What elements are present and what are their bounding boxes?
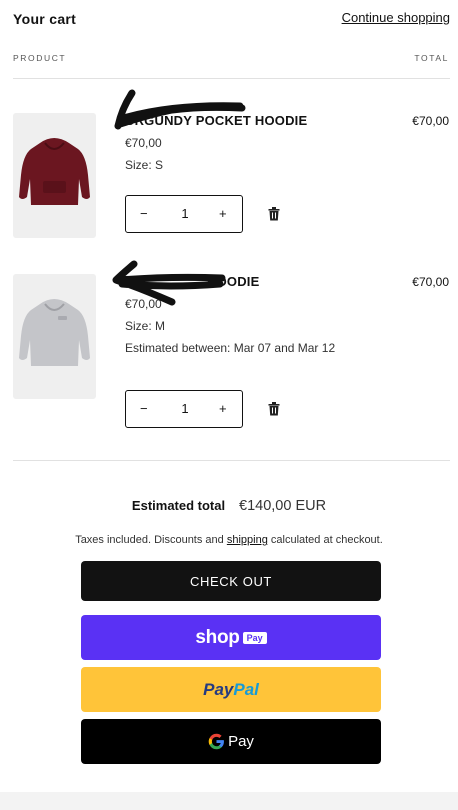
trash-icon[interactable] [268, 207, 280, 221]
item-line-total: €70,00 [412, 114, 449, 128]
increase-quantity-button[interactable]: + [219, 401, 227, 416]
product-image[interactable] [13, 113, 96, 238]
quantity-value[interactable]: 1 [180, 206, 190, 221]
item-line-total: €70,00 [412, 275, 449, 289]
redaction-scribble [114, 89, 246, 130]
trash-icon[interactable] [268, 402, 280, 416]
estimated-total-label: Estimated total [131, 498, 226, 513]
estimated-total-row: Estimated total €140,00 EUR [0, 497, 458, 514]
cart-header: Your cart Continue shopping [0, 0, 458, 40]
paypal-logo-part: Pal [233, 679, 259, 699]
items-divider [13, 460, 450, 461]
google-pay-label: Pay [228, 733, 254, 750]
quantity-stepper: − 1 + [125, 195, 243, 233]
google-g-icon [208, 733, 224, 750]
shop-pay-button[interactable]: shop Pay [81, 615, 381, 660]
column-header-total: TOTAL [414, 53, 449, 63]
footer-strip [0, 792, 458, 810]
estimated-total-value: €140,00 EUR [239, 498, 327, 514]
shop-pay-badge: Pay [242, 631, 267, 644]
shipping-link[interactable]: shipping [227, 534, 268, 546]
item-name[interactable]: URGUNDY POCKET HOODIE [125, 113, 307, 128]
decrease-quantity-button[interactable]: − [140, 206, 148, 221]
continue-shopping-link[interactable]: Continue shopping [342, 10, 450, 25]
taxes-text: calculated at checkout. [267, 534, 383, 546]
item-price: €70,00 [125, 297, 162, 311]
quantity-stepper: − 1 + [125, 390, 243, 428]
item-name[interactable]: HOODIE [207, 274, 259, 289]
checkout-button[interactable]: CHECK OUT [81, 561, 381, 601]
shop-pay-logo: shop [195, 626, 240, 648]
paypal-logo: PayPal [203, 680, 259, 700]
header-divider [13, 78, 450, 79]
taxes-text: Taxes included. Discounts and [75, 534, 227, 546]
column-header-product: PRODUCT [13, 53, 67, 63]
increase-quantity-button[interactable]: + [219, 206, 227, 221]
item-size: Size: M [125, 319, 166, 333]
item-price: €70,00 [125, 136, 162, 150]
hoodie-icon [19, 299, 90, 366]
google-pay-button[interactable]: Pay [81, 719, 381, 764]
product-image[interactable] [13, 274, 96, 399]
item-size: Size: S [125, 158, 164, 172]
delivery-estimate: Estimated between: Mar 07 and Mar 12 [125, 341, 336, 355]
decrease-quantity-button[interactable]: − [140, 401, 148, 416]
paypal-logo-part: Pay [203, 679, 234, 699]
cart-title: Your cart [13, 11, 77, 27]
hoodie-icon [19, 138, 90, 205]
quantity-value[interactable]: 1 [180, 401, 190, 416]
paypal-button[interactable]: PayPal [81, 667, 381, 712]
taxes-note: Taxes included. Discounts and shipping c… [0, 534, 458, 546]
